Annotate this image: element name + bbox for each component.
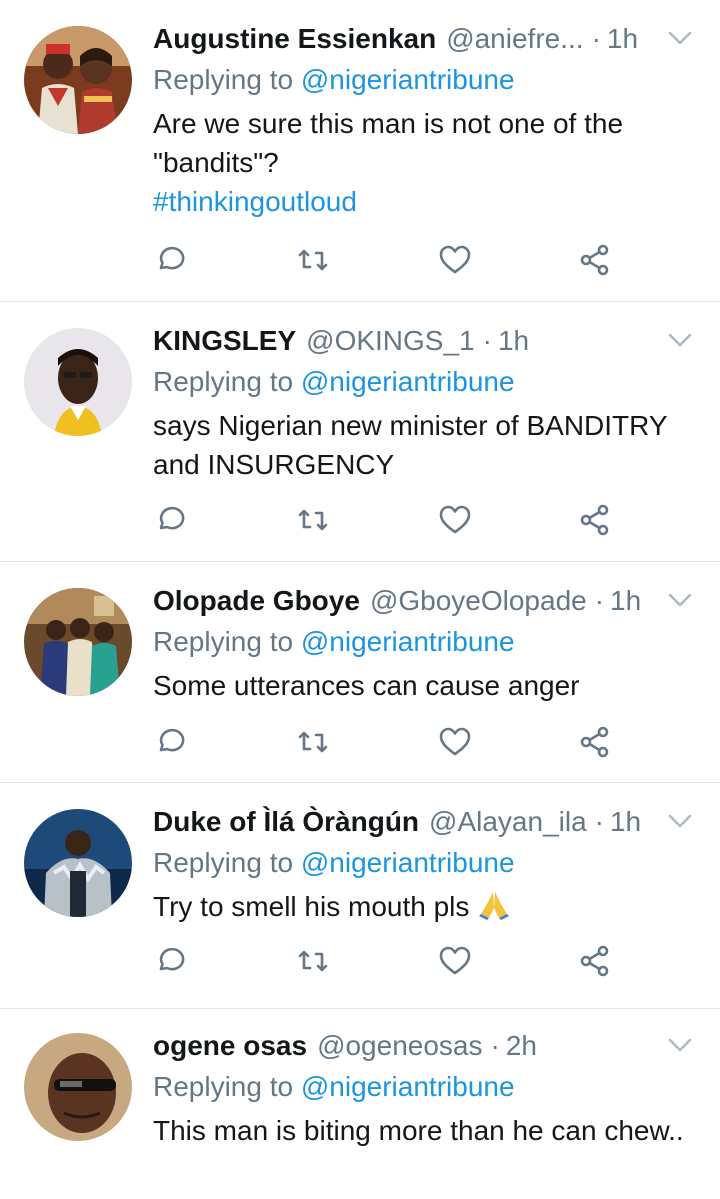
replying-to: Replying to @nigeriantribune (153, 843, 706, 883)
display-name[interactable]: KINGSLEY (153, 320, 296, 362)
tweet-text: Try to smell his mouth pls (153, 887, 706, 926)
mention-link[interactable]: @nigeriantribune (301, 626, 515, 657)
mention-link[interactable]: @nigeriantribune (301, 366, 515, 397)
like-icon[interactable] (437, 943, 477, 983)
replying-prefix: Replying to (153, 64, 294, 95)
avatar[interactable] (24, 26, 132, 134)
user-handle[interactable]: @ogeneosas (317, 1025, 482, 1067)
replying-prefix: Replying to (153, 366, 294, 397)
mention-link[interactable]: @nigeriantribune (301, 847, 515, 878)
avatar[interactable] (24, 809, 132, 917)
retweet-icon[interactable] (295, 502, 335, 542)
tweet[interactable]: Duke of Ìlá Òràngún @Alayan_ila · 1h Rep… (0, 783, 720, 1009)
replying-prefix: Replying to (153, 847, 294, 878)
avatar[interactable] (24, 1033, 132, 1141)
share-icon[interactable] (577, 502, 617, 542)
folded-hands-icon (479, 892, 510, 920)
user-handle[interactable]: @OKINGS_1 (306, 320, 474, 362)
tweet-text: Some utterances can cause anger (153, 670, 580, 701)
replying-prefix: Replying to (153, 1071, 294, 1102)
tweet[interactable]: Olopade Gboye @GboyeOlopade · 1h Replyin… (0, 562, 720, 783)
reply-icon[interactable] (153, 724, 193, 764)
reply-icon[interactable] (153, 242, 193, 282)
tweet-text: This man is biting more than he can chew… (153, 1115, 684, 1146)
hashtag-link[interactable]: #thinkingoutloud (153, 182, 706, 221)
like-icon[interactable] (437, 724, 477, 764)
tweet-text: Are we sure this man is not one of the "… (153, 104, 706, 221)
chevron-down-icon[interactable] (668, 813, 692, 829)
avatar[interactable] (24, 588, 132, 696)
mention-link[interactable]: @nigeriantribune (301, 64, 515, 95)
user-handle[interactable]: @GboyeOlopade (370, 580, 587, 622)
avatar[interactable] (24, 328, 132, 436)
like-icon[interactable] (437, 502, 477, 542)
separator-dot: · (591, 23, 601, 54)
timestamp[interactable]: 1h (610, 801, 641, 843)
reply-icon[interactable] (153, 943, 193, 983)
share-icon[interactable] (577, 724, 617, 764)
timestamp[interactable]: 2h (506, 1025, 537, 1067)
replying-to: Replying to @nigeriantribune (153, 1067, 706, 1107)
chevron-down-icon[interactable] (668, 592, 692, 608)
retweet-icon[interactable] (295, 242, 335, 282)
tweet[interactable]: Augustine Essienkan @aniefre... · 1h Rep… (0, 0, 720, 302)
chevron-down-icon[interactable] (668, 30, 692, 46)
replying-to: Replying to @nigeriantribune (153, 362, 706, 402)
tweet-text: says Nigerian new minister of BANDITRY a… (153, 410, 668, 480)
replying-to: Replying to @nigeriantribune (153, 622, 706, 662)
tweet-body: Try to smell his mouth pls (153, 891, 470, 922)
tweet-actions (153, 242, 633, 282)
timestamp[interactable]: 1h (607, 18, 638, 60)
like-icon[interactable] (437, 242, 477, 282)
tweet-actions (153, 724, 633, 764)
tweet[interactable]: ogene osas @ogeneosas · 2h Replying to @… (0, 1009, 720, 1199)
user-handle[interactable]: @Alayan_ila (429, 801, 587, 843)
separator-dot: · (594, 585, 605, 616)
replying-to: Replying to @nigeriantribune (153, 60, 706, 100)
tweet-actions (153, 943, 633, 983)
timestamp[interactable]: 1h (610, 580, 641, 622)
display-name[interactable]: Duke of Ìlá Òràngún (153, 801, 419, 843)
timestamp[interactable]: 1h (498, 320, 529, 362)
user-handle[interactable]: @aniefre... (446, 18, 583, 60)
tweet[interactable]: KINGSLEY @OKINGS_1 · 1h Replying to @nig… (0, 302, 720, 562)
tweet-actions (153, 502, 633, 542)
share-icon[interactable] (577, 943, 617, 983)
separator-dot: · (490, 1030, 500, 1061)
mention-link[interactable]: @nigeriantribune (301, 1071, 515, 1102)
separator-dot: · (594, 806, 604, 837)
chevron-down-icon[interactable] (668, 1037, 692, 1053)
separator-dot: · (482, 325, 492, 356)
reply-icon[interactable] (153, 502, 193, 542)
display-name[interactable]: Augustine Essienkan (153, 18, 436, 60)
tweet-body: Are we sure this man is not one of the "… (153, 108, 624, 178)
chevron-down-icon[interactable] (668, 332, 692, 348)
share-icon[interactable] (577, 242, 617, 282)
display-name[interactable]: Olopade Gboye (153, 580, 360, 622)
retweet-icon[interactable] (295, 943, 335, 983)
replying-prefix: Replying to (153, 626, 294, 657)
retweet-icon[interactable] (295, 724, 335, 764)
display-name[interactable]: ogene osas (153, 1025, 307, 1067)
